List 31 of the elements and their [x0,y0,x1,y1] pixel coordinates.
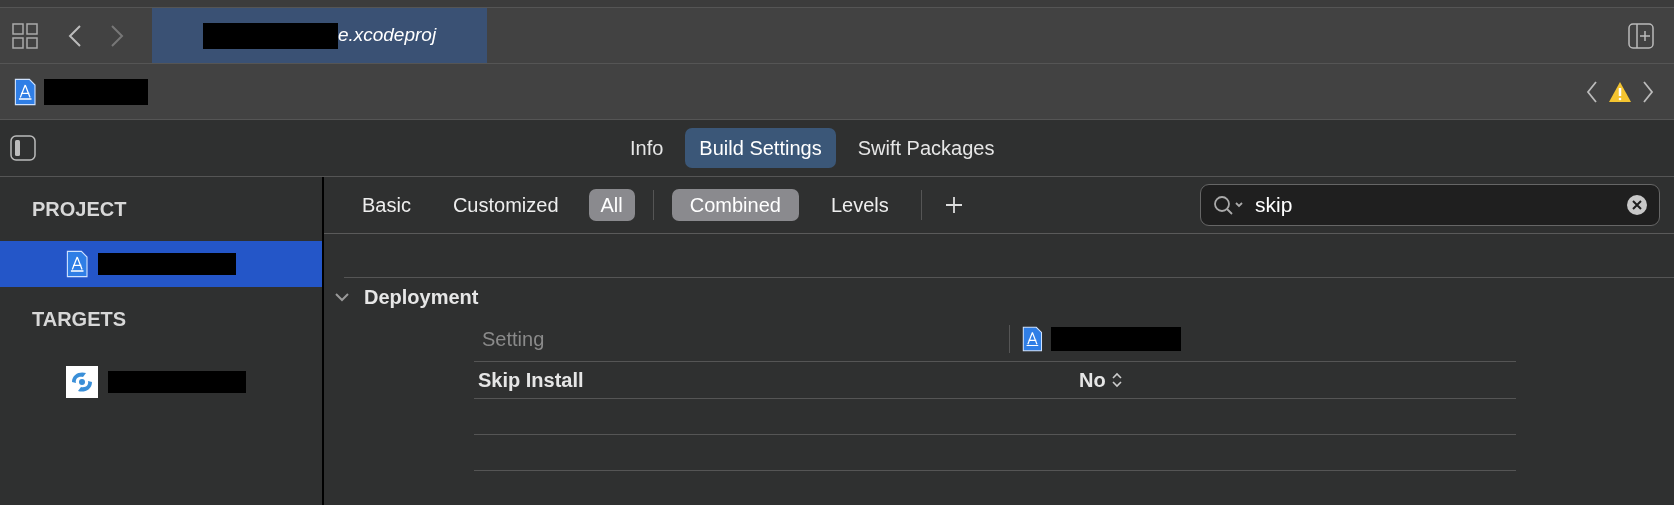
setting-name: Skip Install [477,368,585,393]
section-header: TARGETS [31,307,128,332]
search-input[interactable]: skip [1255,189,1627,221]
add-icon[interactable] [943,195,964,215]
next-issue-icon[interactable] [1642,80,1654,103]
project-file-icon [1022,325,1043,352]
project-file-icon [14,77,37,106]
sidebar-toggle-icon[interactable] [10,135,36,161]
group-title: Deployment [364,285,479,310]
clear-icon[interactable] [1627,195,1647,215]
project-file-icon [66,250,89,278]
warning-icon[interactable] [1608,80,1632,103]
column-header: Setting [481,326,546,352]
file-tab[interactable]: e.xcodeproj [152,8,487,63]
search-field[interactable]: skip [1200,184,1660,226]
stepper-icon[interactable] [1111,372,1122,388]
add-editor-icon[interactable] [1628,22,1654,49]
search-icon [1213,195,1245,215]
previous-issue-icon[interactable] [1586,80,1598,103]
editor-tab[interactable]: Info [616,128,678,168]
back-icon[interactable] [68,23,82,48]
app-icon [66,366,98,398]
filter-button[interactable]: Basic [350,189,423,221]
grid-icon [12,22,38,49]
tab-title: e.xcodeproj [337,23,437,48]
editor-tab[interactable]: Swift Packages [843,128,1009,168]
filter-button[interactable]: Customized [440,189,571,221]
setting-value[interactable]: No [1079,365,1106,395]
editor-tab[interactable]: Build Settings [685,128,836,168]
view-button[interactable]: Levels [812,189,907,221]
section-header: PROJECT [31,197,128,222]
